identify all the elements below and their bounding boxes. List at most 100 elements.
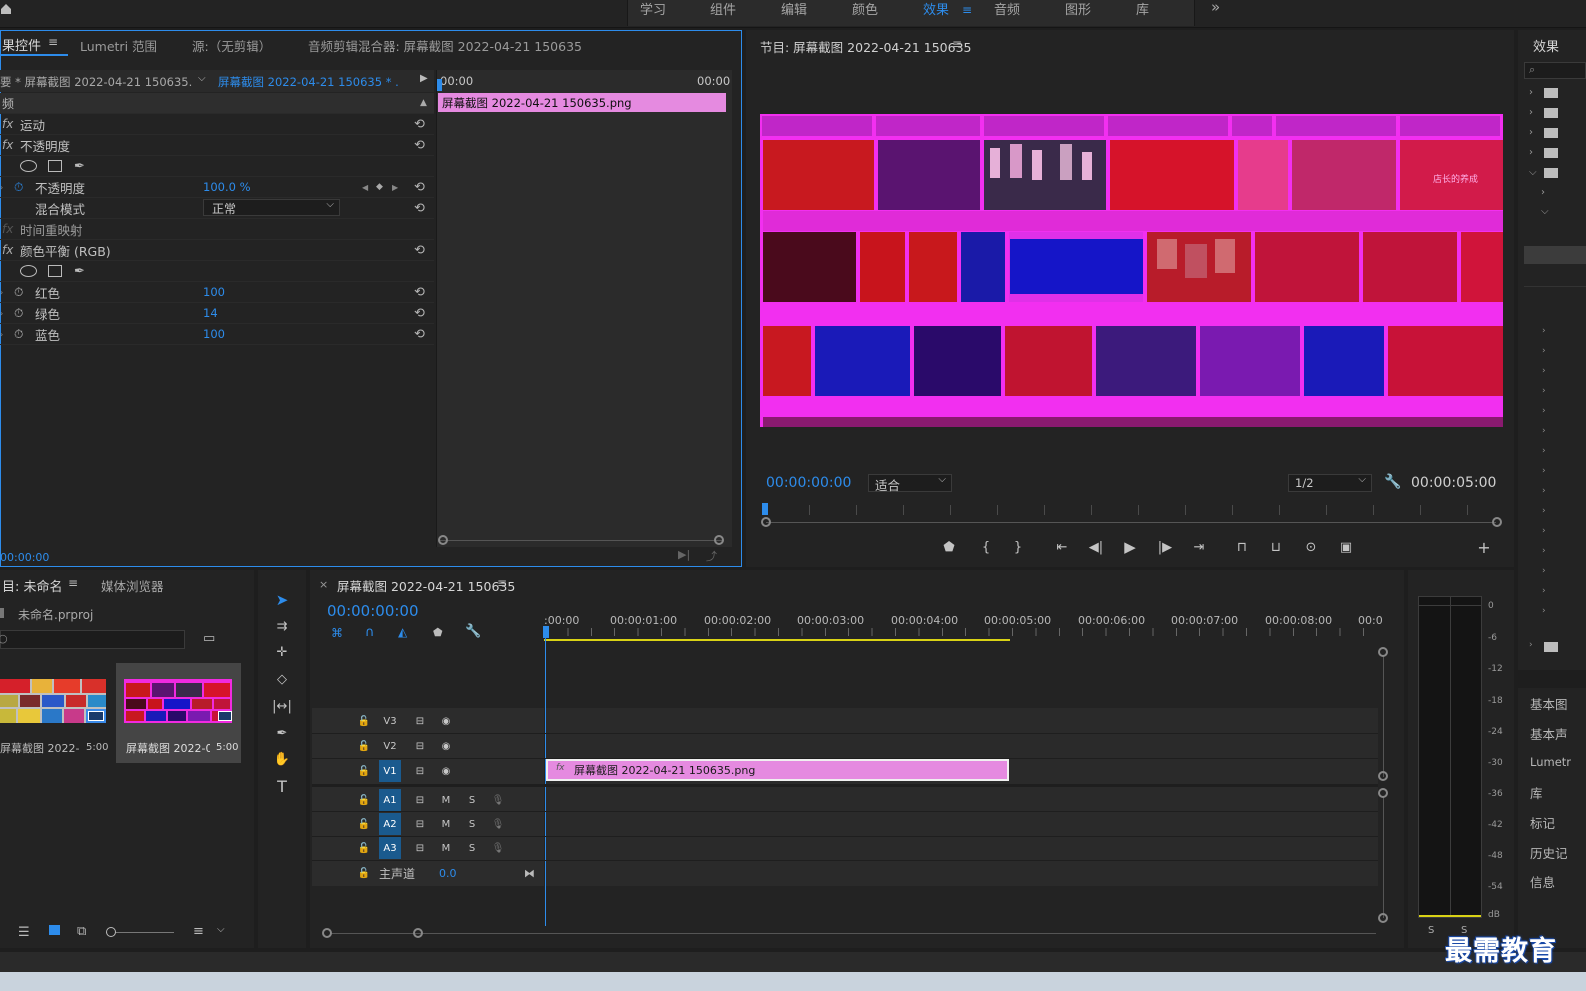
timeline-hscroll[interactable] [330,933,1376,934]
comparison-view-icon[interactable]: ▣ [1335,536,1357,558]
folder-icon[interactable] [1544,128,1558,138]
track-target-a1[interactable]: A1 [379,789,401,811]
razor-tool-icon[interactable]: ◇ [271,668,293,690]
panel-menu-icon[interactable]: ≡ [68,576,78,590]
collapse-up-icon[interactable]: ▲ [420,98,427,108]
stopwatch-icon[interactable]: ⏱ [14,306,23,321]
track-target-v1[interactable]: V1 [379,760,401,782]
pen-mask-icon[interactable]: ✒ [74,159,85,174]
chevron-right-icon[interactable]: › [1542,326,1546,336]
microphone-icon[interactable]: 🎙 [487,789,509,811]
panel-menu-icon[interactable]: ≡ [48,35,58,49]
program-scrub-bar[interactable] [762,503,1500,517]
zoom-slider[interactable] [106,932,174,933]
clip-label[interactable]: 屏幕截图 2022-04-21 150635 * ... [218,74,398,90]
pen-tool-icon[interactable]: ✒ [271,722,293,744]
next-keyframe-icon[interactable]: ▶ [392,183,398,192]
program-monitor-title[interactable]: 节目: 屏幕截图 2022-04-21 150635 [760,37,972,56]
mute-button[interactable]: M [435,837,457,859]
media-browser-tab[interactable]: 媒体浏览器 [101,576,164,595]
chevron-right-icon[interactable]: › [1542,486,1546,496]
libraries-tab[interactable]: 库 [1530,783,1586,802]
markers-tab[interactable]: 标记 [1530,813,1586,832]
vscroll-handle[interactable] [1378,647,1388,657]
freeform-view-icon[interactable]: ⧉ [77,924,86,939]
wrench-icon[interactable]: 🔧 [1384,474,1401,490]
vscroll-handle[interactable] [1378,913,1388,923]
lumetri-color-tab[interactable]: Lumetr [1530,755,1586,769]
eye-icon[interactable]: ◉ [435,760,457,782]
chevron-right-icon[interactable]: › [1542,606,1546,616]
wrench-icon[interactable]: 🔧 [465,624,481,639]
solo-button[interactable]: S [461,837,483,859]
quality-select[interactable]: 1/2 ⌵ [1288,474,1372,492]
hscroll-handle[interactable] [322,928,332,938]
workspace-tab-learn[interactable]: 学习 [640,0,666,18]
ellipse-mask-icon[interactable] [20,160,37,172]
go-to-in-icon[interactable]: ⇤ [1051,536,1073,558]
extract-icon[interactable]: ⊔ [1265,536,1287,558]
icon-view-icon[interactable] [49,925,60,935]
green-row[interactable]: › ⏱ 绿色 14 ⟲ [0,303,434,324]
workspace-tab-color[interactable]: 颜色 [852,0,878,18]
reset-blue-icon[interactable]: ⟲ [414,327,425,342]
button-editor-plus-icon[interactable]: + [1473,536,1495,558]
linked-selection-icon[interactable]: ◭ [398,625,407,639]
chevron-right-icon[interactable]: › [1542,386,1546,396]
essential-sound-tab[interactable]: 基本声 [1530,724,1586,743]
program-zoom-handle-right[interactable] [1492,517,1502,527]
color-balance-row[interactable]: fx 颜色平衡 (RGB) ⟲ [0,240,434,261]
expand-icon[interactable]: › [0,183,3,192]
reset-opacity-param-icon[interactable]: ⟲ [414,180,425,195]
workspace-tab-assembly[interactable]: 组件 [710,0,736,18]
stopwatch-icon[interactable]: ⏱ [14,285,23,300]
chevron-right-icon[interactable]: › [1529,107,1533,118]
step-back-icon[interactable]: ◀| [1085,536,1107,558]
blue-row[interactable]: › ⏱ 蓝色 100 ⟲ [0,324,434,345]
timeline-playhead-head[interactable] [543,626,549,638]
type-tool-icon[interactable]: T [271,775,293,797]
snap-magnet-icon[interactable]: ∩ [365,625,375,640]
red-value[interactable]: 100 [203,285,225,299]
chevron-right-icon[interactable]: › [1529,147,1533,158]
track-target-a2[interactable]: A2 [379,813,401,835]
home-icon[interactable] [0,2,12,16]
chevron-down-icon[interactable]: ⌵ [1529,167,1537,178]
fx-color-balance-badge[interactable]: fx [0,243,20,257]
fit-select[interactable]: 适合 ⌵ [868,474,952,493]
workspace-tab-audio[interactable]: 音频 [994,0,1020,18]
effects-panel-title[interactable]: 效果 [1533,36,1559,55]
track-select-tool-icon[interactable]: ⇉ [271,615,293,637]
sync-lock-icon[interactable]: ⊟ [409,735,431,757]
add-keyframe-icon[interactable]: ◆ [376,182,383,192]
new-bin-icon[interactable]: ▭ [203,631,215,646]
zoom-slider-thumb[interactable] [106,927,116,937]
lock-icon[interactable]: 🔓 [353,760,375,782]
ec-scroll-track[interactable] [440,540,722,541]
solo-button[interactable]: S [461,813,483,835]
timeline-title[interactable]: 屏幕截图 2022-04-21 150635 [337,576,515,595]
expand-icon[interactable]: › [0,330,3,339]
solo-left-button[interactable]: S [1428,925,1434,936]
prev-keyframe-icon[interactable]: ◀ [362,183,368,192]
timeline-ruler[interactable]: :00:00 00:00:01:00 00:00:02:00 00:00:03:… [544,610,1383,642]
ec-clip-bar[interactable]: 屏幕截图 2022-04-21 150635.png [438,93,726,112]
mute-button[interactable]: M [435,789,457,811]
tab-audio-clip-mixer[interactable]: 音频剪辑混合器: 屏幕截图 2022-04-21 150635 [308,36,582,55]
chevron-right-icon[interactable]: › [1542,446,1546,456]
rect-mask-icon[interactable] [48,160,62,172]
master-track-value[interactable]: 0.0 [439,867,457,880]
essential-graphics-tab[interactable]: 基本图 [1530,694,1586,713]
folder-icon[interactable] [1544,642,1558,652]
workspace-tab-effects[interactable]: 效果 [923,0,949,18]
selected-effect-row[interactable] [1524,246,1586,264]
slip-tool-icon[interactable]: |↔| [271,695,293,717]
reset-color-balance-icon[interactable]: ⟲ [414,243,425,258]
track-target-v3[interactable]: V3 [379,710,401,732]
chevron-right-icon[interactable]: › [1542,566,1546,576]
reset-motion-icon[interactable]: ⟲ [414,117,425,132]
add-marker-icon[interactable]: ⬟ [938,536,960,558]
opacity-row[interactable]: fx 不透明度 ⟲ [0,135,434,156]
vscroll-handle[interactable] [1378,771,1388,781]
workspace-tab-libraries[interactable]: 库 [1136,0,1149,18]
